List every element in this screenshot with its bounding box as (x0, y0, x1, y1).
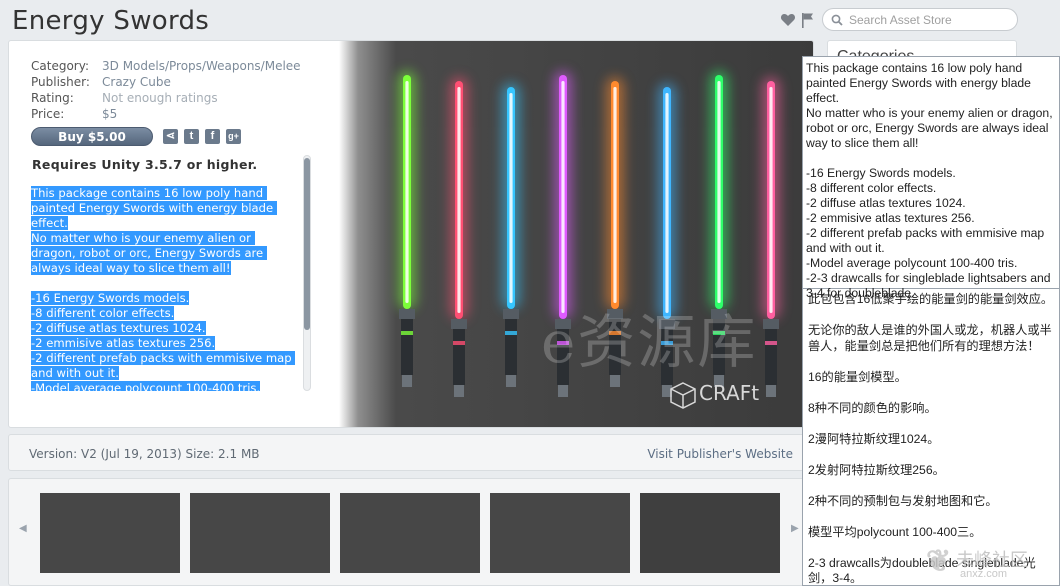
description-selection: This package contains 16 low poly hand p… (31, 186, 296, 391)
brand-logo: CRAFt (699, 381, 760, 405)
sword-render (398, 71, 416, 387)
thumbnail[interactable] (40, 493, 180, 573)
popup-cn-line: 模型平均polycount 100-400三。 (808, 524, 982, 539)
thumbnail[interactable] (340, 493, 480, 573)
popup-cn-line: 16的能量剑模型。 (808, 369, 907, 384)
sword-render (762, 77, 780, 397)
heart-icon[interactable] (780, 12, 796, 28)
cube-logo-icon (670, 382, 696, 409)
watermark-logo-sub: anxz.com (960, 568, 1008, 580)
popup-english-text: This package contains 16 low poly hand p… (803, 57, 1059, 300)
search-box[interactable] (822, 8, 1018, 31)
rating-label: Rating: (31, 91, 74, 105)
sword-render (450, 77, 468, 397)
version-info: Version: V2 (Jul 19, 2013) Size: 2.1 MB (29, 447, 260, 461)
corner-watermark: ❦ 未峰社区 anxz.com (926, 540, 1060, 586)
popup-cn-line: 2种不同的预制包与发射地图和它。 (808, 493, 998, 508)
thumbnail[interactable] (490, 493, 630, 573)
publisher-link[interactable]: Crazy Cube (102, 75, 171, 91)
price-label: Price: (31, 107, 65, 121)
popup-cn-line: 此包包含16低聚手绘的能量剑的能量剑效应。 (808, 292, 1054, 306)
sword-render (502, 83, 520, 387)
publisher-website-link[interactable]: Visit Publisher's Website (647, 447, 793, 461)
hero-image[interactable]: e资源库 CRAFt (339, 41, 813, 427)
popup-cn-line: 2发射阿特拉斯纹理256。 (808, 462, 945, 477)
price-row: Price: $5 (31, 107, 301, 123)
rating-value: Not enough ratings (102, 91, 218, 105)
popup-cn-line: 8种不同的颜色的影响。 (808, 400, 937, 415)
flag-icon[interactable] (801, 12, 815, 28)
publisher-label: Publisher: (31, 75, 90, 89)
prev-arrow-icon[interactable]: ◀ (19, 523, 27, 534)
price-value: $5 (102, 107, 118, 121)
translation-popup: This package contains 16 low poly hand p… (802, 56, 1060, 586)
scrollbar-thumb[interactable] (304, 158, 310, 330)
twitter-icon[interactable]: t (184, 129, 199, 144)
share-icon[interactable]: ⋖ (163, 129, 178, 144)
category-row: Category: 3D Models/Props/Weapons/Melee (31, 59, 301, 75)
unity-requirement: Requires Unity 3.5.7 or higher. (32, 157, 258, 172)
category-label: Category: (31, 59, 89, 73)
publisher-row: Publisher: Crazy Cube (31, 75, 301, 91)
description-text[interactable]: This package contains 16 low poly hand p… (31, 186, 299, 391)
search-icon (831, 14, 843, 26)
facebook-icon[interactable]: f (205, 129, 220, 144)
screenshot-strip: ◀ ▶ (8, 478, 814, 586)
version-bar: Version: V2 (Jul 19, 2013) Size: 2.1 MB … (8, 434, 814, 471)
page-title: Energy Swords (12, 6, 210, 36)
category-link[interactable]: 3D Models/Props/Weapons/Melee (102, 59, 301, 75)
rating-row: Rating: Not enough ratings (31, 91, 301, 107)
description-scrollbar[interactable] (303, 155, 311, 391)
google-plus-icon[interactable]: g+ (226, 129, 241, 144)
popup-cn-line: 无论你的敌人是谁的外国人或龙，机器人或半兽人，能量剑总是把他们所有的理想方法！ (808, 323, 1052, 353)
watermark-text: e资源库 (541, 308, 758, 376)
search-input[interactable] (849, 11, 1011, 28)
popup-cn-line: 2漫阿特拉斯纹理1024。 (808, 431, 940, 446)
asset-info: Category: 3D Models/Props/Weapons/Melee … (31, 59, 301, 123)
buy-button[interactable]: Buy $5.00 (31, 127, 153, 146)
watermark-mark-icon: ❦ (926, 545, 952, 578)
thumbnail[interactable] (640, 493, 780, 573)
thumbnail[interactable] (190, 493, 330, 573)
next-arrow-icon[interactable]: ▶ (791, 523, 799, 534)
asset-card: Category: 3D Models/Props/Weapons/Melee … (8, 40, 814, 428)
